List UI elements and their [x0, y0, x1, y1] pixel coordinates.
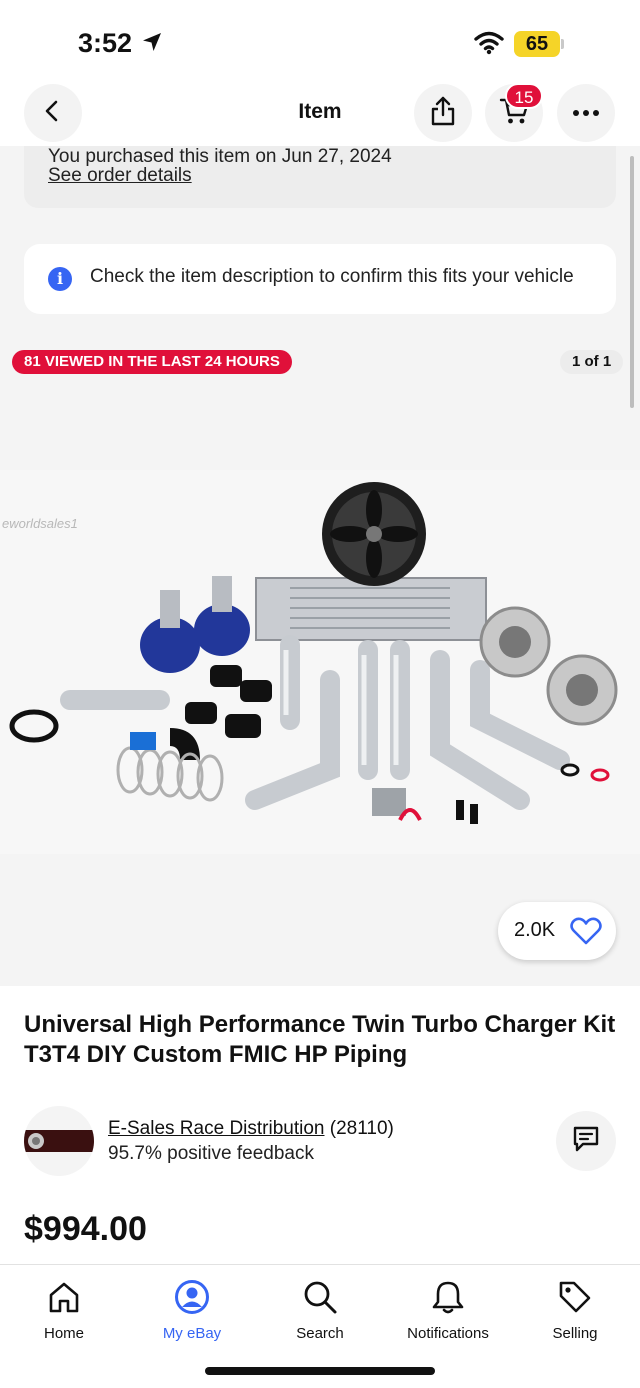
item-price: $994.00	[24, 1210, 147, 1248]
wifi-icon	[474, 31, 504, 60]
image-page-indicator: 1 of 1	[560, 350, 624, 374]
tab-selling[interactable]: Selling	[511, 1277, 639, 1342]
tab-label-selling: Selling	[552, 1325, 598, 1342]
share-button[interactable]	[414, 84, 472, 142]
heart-icon	[570, 917, 602, 950]
seller-avatar[interactable]	[24, 1106, 94, 1176]
tab-label-notifications: Notifications	[407, 1325, 489, 1342]
seller-feedback-count: (28110)	[329, 1118, 394, 1139]
seller-info: E-Sales Race Distribution (28110)	[108, 1118, 394, 1140]
tab-search[interactable]: Search	[256, 1277, 384, 1342]
viewed-count-badge: 81 VIEWED IN THE LAST 24 HOURS	[12, 350, 292, 374]
watch-count: 2.0K	[514, 919, 556, 941]
home-indicator	[205, 1367, 435, 1375]
seller-feedback: 95.7% positive feedback	[108, 1143, 314, 1164]
tag-icon	[511, 1277, 639, 1317]
tab-label-my-ebay: My eBay	[162, 1325, 222, 1342]
scrollbar[interactable]	[630, 156, 634, 408]
seller-name-link[interactable]: E-Sales Race Distribution	[108, 1118, 324, 1139]
search-icon	[256, 1277, 384, 1317]
message-seller-button[interactable]	[556, 1111, 616, 1171]
share-icon	[430, 96, 456, 131]
item-photo[interactable]	[0, 470, 640, 854]
top-nav: Item	[0, 80, 640, 146]
notice-text: Check the item description to confirm th…	[90, 266, 574, 287]
battery-indicator: 65	[514, 31, 560, 57]
order-details-link[interactable]: See order details	[48, 165, 192, 187]
tab-label-search: Search	[296, 1325, 344, 1342]
tab-my-ebay[interactable]: My eBay	[128, 1277, 256, 1342]
bell-icon	[384, 1277, 512, 1317]
more-options-button[interactable]	[557, 84, 615, 142]
watch-button[interactable]: 2.0K	[498, 902, 616, 960]
tab-notifications[interactable]: Notifications	[384, 1277, 512, 1342]
cart-count-badge: 15	[505, 83, 543, 109]
chevron-left-icon	[41, 99, 65, 128]
battery-tip	[561, 39, 564, 49]
location-arrow-icon	[142, 32, 162, 57]
page-title: Item	[298, 100, 342, 123]
photo-watermark: eworldsales1	[2, 516, 78, 531]
ellipsis-icon	[572, 104, 600, 122]
purchase-card: You purchased this item on Jun 27, 2024 …	[24, 146, 616, 208]
item-content: You purchased this item on Jun 27, 2024 …	[0, 146, 640, 986]
message-icon	[572, 1125, 600, 1158]
status-time: 3:52	[78, 28, 133, 58]
home-icon	[0, 1277, 128, 1317]
tab-home[interactable]: Home	[0, 1277, 128, 1342]
profile-icon	[128, 1277, 256, 1317]
item-title: Universal High Performance Twin Turbo Ch…	[24, 1011, 616, 1068]
info-icon: i	[48, 267, 72, 291]
tab-label-home: Home	[43, 1325, 84, 1342]
status-bar: 3:52 65	[0, 0, 640, 80]
back-button[interactable]	[24, 84, 82, 142]
fitment-notice[interactable]: i Check the item description to confirm …	[24, 244, 616, 314]
